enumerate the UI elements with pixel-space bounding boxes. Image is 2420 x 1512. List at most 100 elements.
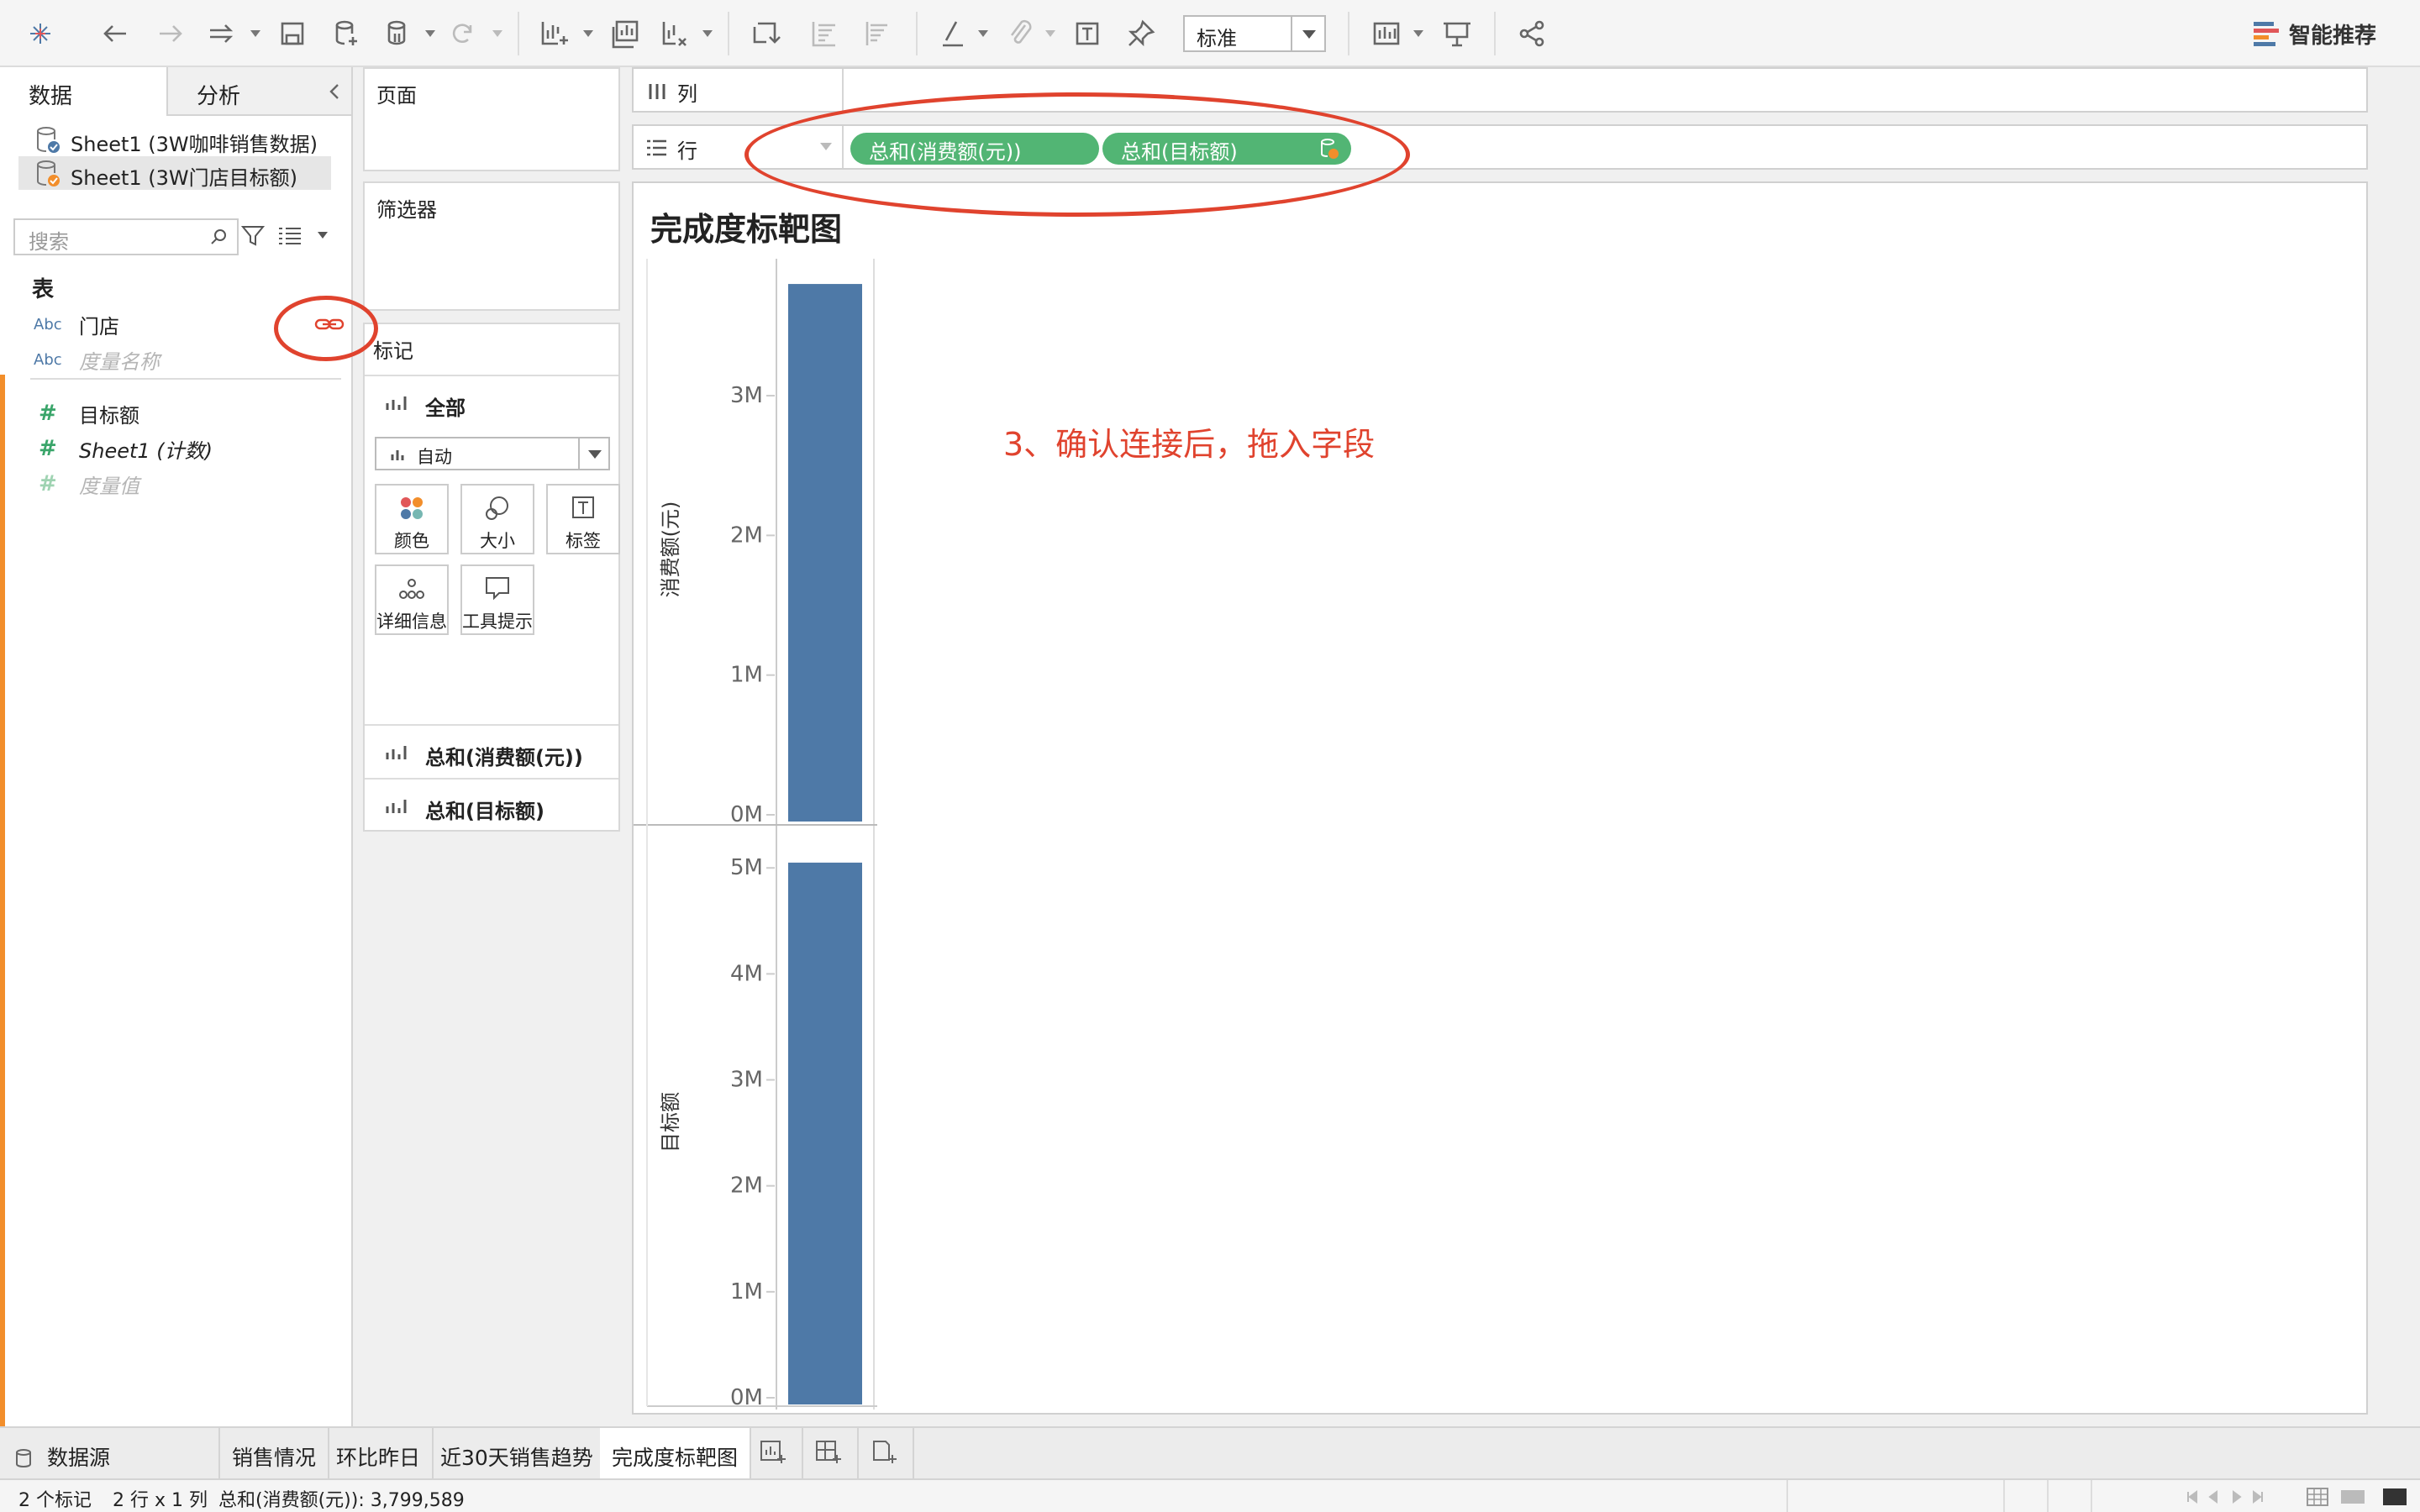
sheet-title: 完成度标靶图 [650,211,843,248]
sort-asc-icon[interactable] [805,15,842,52]
show-cards-icon[interactable] [1368,15,1405,52]
sheet-navigation-icons[interactable] [2185,1488,2265,1505]
group-dropdown-icon[interactable] [1045,30,1055,37]
detail-button[interactable]: 详细信息 [375,564,449,635]
highlight-icon[interactable] [934,15,971,52]
data-pane: 数据 分析 Sheet1 (3W咖啡销售数据) Sheet1 (3W门店目标额)… [0,67,353,1426]
color-icon [401,497,423,519]
marks-all-row[interactable]: 全部 [365,375,618,428]
field-measure-names[interactable]: Abc 度量名称 [34,343,160,376]
field-measure-values[interactable]: # 度量值 [34,467,139,501]
pause-dropdown-icon[interactable] [425,30,435,37]
color-label: 颜色 [394,531,429,551]
y-tick-label: 0M [730,1385,763,1410]
annotation-ellipse-rows [744,92,1410,217]
presentation-icon[interactable] [1439,15,1476,52]
rows-icon [647,139,666,156]
status-bar: 2 个标记 2 行 x 1 列 总和(消费额(元)): 3,799,589 [0,1478,2420,1512]
sort-desc-icon[interactable] [859,15,896,52]
undo-icon[interactable] [97,15,134,52]
tab-sales-overview[interactable]: 销售情况 [220,1428,330,1478]
show-cards-dropdown-icon[interactable] [1413,30,1423,37]
field-sheet1-count[interactable]: # Sheet1 (计数) [34,432,213,465]
chevron-down-icon [1291,17,1324,50]
datasource-item-coffee-sales[interactable]: Sheet1 (3W咖啡销售数据) [18,123,331,156]
marks-measure-row-sales[interactable]: 总和(消费额(元)) [365,724,618,778]
view-dropdown-icon[interactable] [318,232,328,239]
new-dashboard-tab-button[interactable] [803,1428,859,1478]
y-tick-label: 4M [730,961,763,986]
refresh-dropdown-icon[interactable] [492,30,502,37]
y-tick-label: 5M [730,855,763,880]
tab-datasource[interactable]: 数据源 [0,1428,220,1478]
filters-card[interactable]: 筛选器 [363,181,620,311]
view-list-icon[interactable] [277,225,302,247]
color-button[interactable]: 颜色 [375,484,449,554]
pin-icon[interactable] [1123,15,1160,52]
size-label: 大小 [480,531,515,551]
divider [30,378,341,380]
label-label: 标签 [566,531,601,551]
duplicate-sheet-icon[interactable] [607,15,644,52]
highlight-dropdown-icon[interactable] [978,30,988,37]
replay-dropdown-icon[interactable] [250,30,260,37]
pause-update-icon[interactable] [380,15,417,52]
group-icon[interactable] [1002,15,1039,52]
annotation-ellipse-link [274,296,378,361]
bar [788,284,862,822]
swap-icon[interactable] [748,15,785,52]
collapse-pane-icon[interactable] [328,82,341,101]
pages-card[interactable]: 页面 [363,67,620,171]
new-sheet-dropdown-icon[interactable] [583,30,593,37]
tab-analysis[interactable]: 分析 [168,67,351,116]
label-button[interactable]: 标签 [546,484,620,554]
y-tick-label: 2M [730,1173,763,1199]
datasource-item-store-target[interactable]: Sheet1 (3W门店目标额) [18,156,331,190]
tab-day-over-day[interactable]: 环比昨日 [324,1428,434,1478]
field-name: 度量值 [79,474,139,498]
tab-analysis-label: 分析 [197,84,241,109]
new-story-icon [873,1441,897,1463]
clear-sheet-icon[interactable] [655,15,692,52]
tooltip-button[interactable]: 工具提示 [460,564,534,635]
size-button[interactable]: 大小 [460,484,534,554]
search-icon [211,229,226,244]
mark-type-select[interactable]: 标准 [1183,15,1326,52]
worksheet-canvas[interactable]: 完成度标靶图 0M 1M 2M 3M 消费额(元) 0M 1M 2M 3M 4M 5M 目标额 3、确… [632,181,2368,1415]
field-target-amount[interactable]: # 目标额 [34,396,139,430]
bar-chart-icon [386,746,407,759]
filter-icon[interactable] [240,223,266,249]
field-store[interactable]: Abc 门店 [34,307,119,341]
redo-icon[interactable] [151,15,188,52]
new-story-tab-button[interactable] [859,1428,914,1478]
search-input[interactable]: 搜索 [13,218,239,255]
field-name: 度量名称 [79,349,160,374]
view-mode-icons[interactable] [2306,1487,2410,1507]
tab-data[interactable]: 数据 [0,67,168,116]
share-icon[interactable] [1514,15,1551,52]
new-datasource-icon[interactable] [328,15,365,52]
new-worksheet-tab-button[interactable] [748,1428,803,1478]
bar-chart-icon [386,800,407,813]
tab-30-day-trend[interactable]: 近30天销售趋势 [429,1428,607,1478]
new-sheet-icon[interactable] [534,15,571,52]
search-placeholder: 搜索 [29,230,69,254]
detail-icon [399,579,424,599]
chevron-down-icon [578,438,608,469]
tableau-logo-icon[interactable] [22,15,59,52]
mark-type-dropdown[interactable]: 自动 [375,437,610,470]
replay-icon[interactable] [203,15,240,52]
clear-dropdown-icon[interactable] [702,30,713,37]
marks-measure-row-target[interactable]: 总和(目标额) [365,778,618,832]
pages-title: 页面 [376,84,417,108]
tab-completion-bullet[interactable]: 完成度标靶图 [600,1428,752,1478]
bar-chart: 0M 1M 2M 3M 消费额(元) 0M 1M 2M 3M 4M 5M 目标额 [634,259,877,1410]
y-tick-label: 3M [730,1068,763,1093]
database-icon [16,1449,31,1468]
detail-label: 详细信息 [376,612,447,632]
save-icon[interactable] [274,15,311,52]
smart-recommend-button[interactable]: 智能推荐 [2252,17,2376,50]
label-icon[interactable] [1069,15,1106,52]
number-type-icon: # [39,401,57,426]
refresh-icon[interactable] [444,15,481,52]
